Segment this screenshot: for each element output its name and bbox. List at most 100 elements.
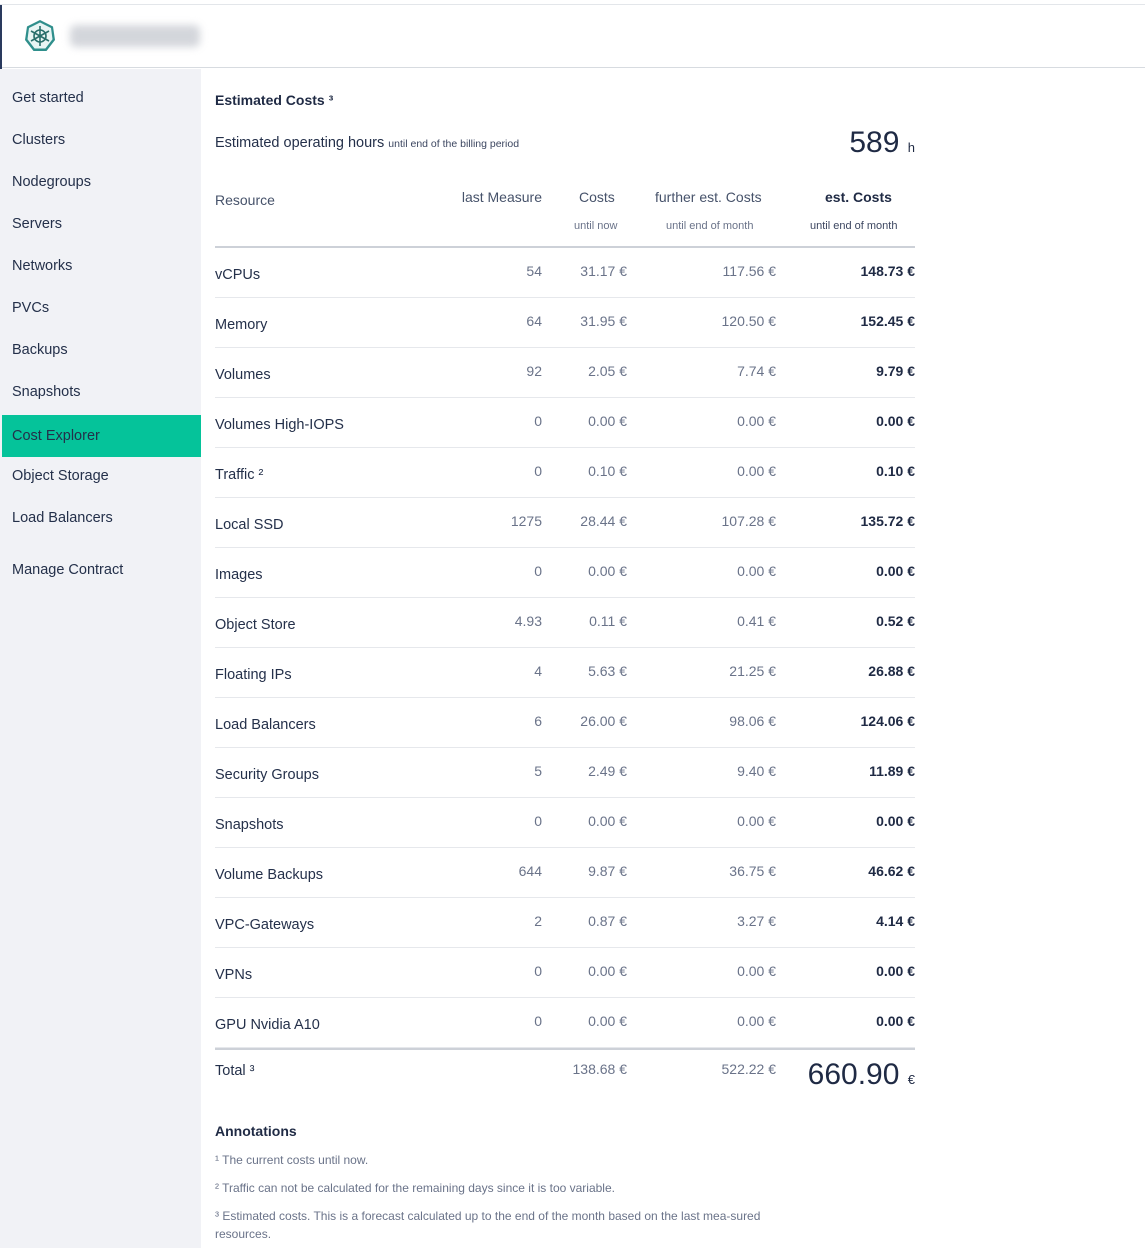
column-subheader-est-costs: until end of month [810,220,898,232]
costs-cell: 26.00 € [580,713,627,729]
costs-cell: 0.87 € [588,913,627,929]
sidebar-item-snapshots[interactable]: Snapshots [2,371,201,413]
table-row: Memory 64 31.95 € 120.50 € 152.45 € [215,298,915,348]
est-costs-cell: 124.06 € [860,713,916,729]
last-measure-cell: 0 [534,463,542,479]
costs-cell: 0.00 € [588,413,627,429]
est-costs-cell: 0.52 € [876,613,915,629]
sidebar-item-clusters[interactable]: Clusters [2,119,201,161]
costs-cell: 0.00 € [588,813,627,829]
total-est-costs-number: 660.90 [807,1058,900,1091]
table-row: Object Store 4.93 0.11 € 0.41 € 0.52 € [215,598,915,648]
sidebar-item-networks[interactable]: Networks [2,245,201,287]
further-costs-cell: 98.06 € [729,713,776,729]
resource-name: Object Store [215,617,296,633]
further-costs-cell: 0.00 € [737,1013,776,1029]
resource-name: VPNs [215,967,253,983]
project-name[interactable] [70,25,200,47]
resource-name: Security Groups [215,767,319,783]
last-measure-cell: 2 [534,913,542,929]
total-further-costs: 522.22 € [721,1061,777,1077]
further-costs-cell: 7.74 € [737,363,776,379]
kubernetes-logo-icon[interactable] [24,19,56,53]
sidebar-item-object-storage[interactable]: Object Storage [2,455,201,497]
further-costs-cell: 36.75 € [729,863,776,879]
sidebar-item-load-balancers[interactable]: Load Balancers [2,497,201,539]
total-costs: 138.68 € [572,1061,628,1077]
sidebar-item-manage-contract[interactable]: Manage Contract [2,549,201,591]
table-row: GPU Nvidia A10 0 0.00 € 0.00 € 0.00 € [215,998,915,1048]
est-costs-cell: 26.88 € [868,663,915,679]
column-subheader-further-costs: until end of month [666,220,754,232]
table-row: VPC-Gateways 2 0.87 € 3.27 € 4.14 € [215,898,915,948]
costs-cell: 2.49 € [588,763,627,779]
last-measure-cell: 4 [534,663,542,679]
est-costs-cell: 0.00 € [876,1013,915,1029]
last-measure-cell: 54 [526,263,542,279]
costs-cell: 0.10 € [588,463,627,479]
est-costs-cell: 0.10 € [876,463,915,479]
last-measure-cell: 0 [534,813,542,829]
costs-cell: 0.00 € [588,1013,627,1029]
total-divider [215,1048,915,1050]
sidebar-item-backups[interactable]: Backups [2,329,201,371]
table-row: Load Balancers 6 26.00 € 98.06 € 124.06 € [215,698,915,748]
table-row: VPNs 0 0.00 € 0.00 € 0.00 € [215,948,915,998]
resource-name: Local SSD [215,517,284,533]
resource-name: Memory [215,317,268,333]
further-costs-cell: 0.00 € [737,813,776,829]
further-costs-cell: 21.25 € [729,663,776,679]
operating-hours-value: 589 h [800,126,915,160]
resource-name: Load Balancers [215,717,316,733]
further-costs-cell: 0.41 € [737,613,776,629]
sidebar-item-cost-explorer[interactable]: Cost Explorer [2,415,201,457]
resource-name: VPC-Gateways [215,917,315,933]
table-row: Floating IPs 4 5.63 € 21.25 € 26.88 € [215,648,915,698]
table-row: Volume Backups 644 9.87 € 36.75 € 46.62 € [215,848,915,898]
resource-name: Floating IPs [215,667,292,683]
sidebar-item-pvcs[interactable]: PVCs [2,287,201,329]
last-measure-cell: 1275 [510,513,542,529]
costs-cell: 9.87 € [588,863,627,879]
total-est-costs: 660.90 € [808,1058,915,1092]
resource-name: GPU Nvidia A10 [215,1017,320,1033]
last-measure-cell: 4.93 [514,613,542,629]
operating-hours-number: 589 [849,126,900,159]
column-header-costs: Costs [579,189,615,205]
annotation-1: ¹ The current costs until now. [215,1153,369,1167]
costs-cell: 0.00 € [588,563,627,579]
annotation-2: ² Traffic can not be calculated for the … [215,1181,615,1195]
operating-hours-sublabel: until end of the billing period [388,138,520,150]
sidebar-item-servers[interactable]: Servers [2,203,201,245]
annotation-3: ³ Estimated costs. This is a forecast ca… [215,1209,761,1241]
column-header-last-measure: last Measure [461,189,542,205]
top-bar [0,4,1145,80]
costs-cell: 31.17 € [580,263,627,279]
est-costs-cell: 11.89 € [869,763,915,779]
resource-name: Snapshots [215,817,284,833]
table-row: Local SSD 1275 28.44 € 107.28 € 135.72 € [215,498,915,548]
last-measure-cell: 644 [518,863,542,879]
table-row: Snapshots 0 0.00 € 0.00 € 0.00 € [215,798,915,848]
last-measure-cell: 0 [534,563,542,579]
table-row: Volumes 92 2.05 € 7.74 € 9.79 € [215,348,915,398]
further-costs-cell: 0.00 € [737,413,776,429]
further-costs-cell: 107.28 € [721,513,777,529]
resource-name: Volumes High-IOPS [215,417,344,433]
sidebar-item-nodegroups[interactable]: Nodegroups [2,161,201,203]
estimated-costs-title: Estimated Costs ³ [215,92,334,108]
est-costs-cell: 0.00 € [876,563,915,579]
sidebar-item-get-started[interactable]: Get started [2,77,201,119]
resource-name: Volume Backups [215,867,324,883]
table-row: Security Groups 5 2.49 € 9.40 € 11.89 € [215,748,915,798]
est-costs-cell: 135.72 € [860,513,916,529]
operating-hours-unit: h [907,140,915,155]
resource-name: Images [215,567,263,583]
last-measure-cell: 5 [534,763,542,779]
est-costs-cell: 0.00 € [876,963,915,979]
total-label: Total ³ [215,1063,255,1079]
annotations-title: Annotations [215,1123,297,1139]
est-costs-cell: 4.14 € [876,913,915,929]
further-costs-cell: 0.00 € [737,463,776,479]
est-costs-cell: 152.45 € [860,313,916,329]
